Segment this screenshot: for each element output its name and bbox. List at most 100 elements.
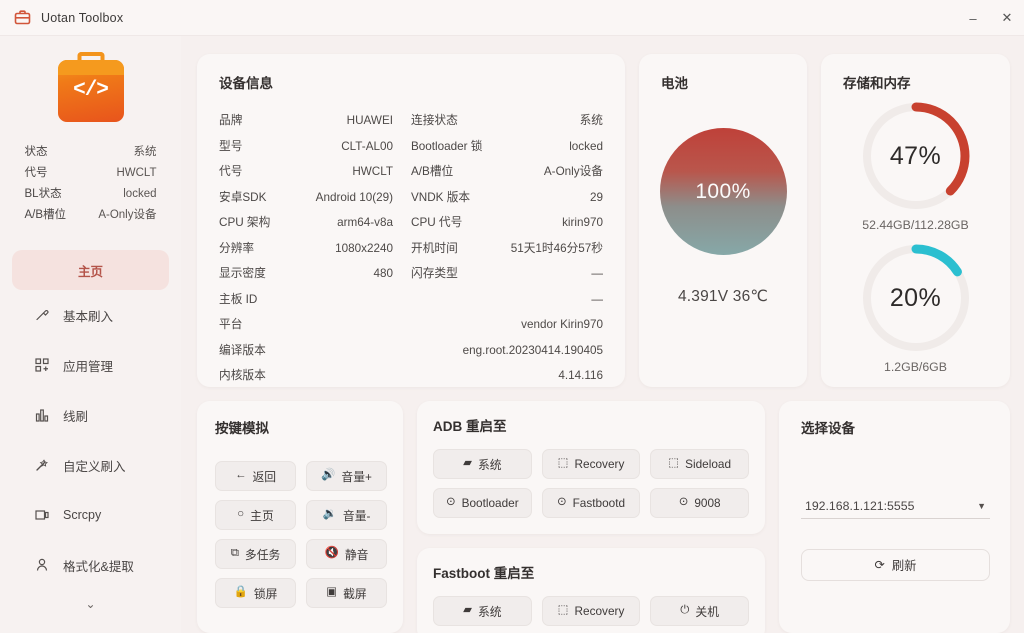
memory-ring: 20% xyxy=(858,240,974,356)
device-info-value: kirin970 xyxy=(562,216,603,229)
window-controls: – ✕ xyxy=(956,0,1024,36)
key-volume-down-button[interactable]: 🔉 音量- xyxy=(306,500,387,530)
adb-reboot-sideload-button[interactable]: ⬚ Sideload xyxy=(650,449,749,479)
key-button-label: 音量- xyxy=(342,508,371,523)
sidebar-item-app-manage[interactable]: 应用管理 xyxy=(12,345,169,385)
sidebar-item-label: Scrcpy xyxy=(63,508,102,522)
adb-reboot-9008-button[interactable]: ⊙ 9008 xyxy=(650,488,749,518)
chevron-down-icon[interactable]: ⌄ xyxy=(85,597,95,611)
device-info-key: 代号 xyxy=(219,165,243,178)
device-info-row: 编译版本 eng.root.20230414.190405 xyxy=(219,338,603,364)
adb-reboot-bootloader-button[interactable]: ⊙ Bootloader xyxy=(433,488,532,518)
device-info-cell: 内核版本 4.14.116 xyxy=(219,363,603,389)
mute-icon: 🔇 xyxy=(324,547,339,560)
fastboot-power-off-button[interactable]: ⏻ 关机 xyxy=(650,596,749,626)
toolbox-lid-icon xyxy=(57,60,124,75)
refresh-devices-button[interactable]: ⟳ 刷新 xyxy=(801,549,990,581)
power-icon: ⏻ xyxy=(680,604,690,617)
sidebar-item-custom-flash[interactable]: 自定义刷入 xyxy=(12,445,169,485)
device-info-title: 设备信息 xyxy=(219,76,273,91)
battery-detail: 4.391V 36℃ xyxy=(677,288,769,305)
app-logo-icon xyxy=(14,9,31,26)
adb-reboot-recovery-button[interactable]: ⬚ Recovery xyxy=(541,449,641,479)
sidebar-logo: </> xyxy=(57,52,124,122)
apps-icon xyxy=(34,358,49,373)
adb-reboot-grid: ▰ 系统 ⬚ Recovery ⬚ Sideload ⊙ Bootloader … xyxy=(433,449,749,518)
device-info-cell: CPU 架构 arm64-v8a xyxy=(219,210,411,236)
device-info-value: Android 10(29) xyxy=(315,190,393,204)
device-info-cell: 主板 ID — xyxy=(219,287,603,313)
device-info-cell: 连接状态 系统 xyxy=(411,108,603,134)
status-key: 代号 xyxy=(24,167,48,179)
fastboot-reboot-grid: ▰ 系统 ⬚ Recovery ⏻ 关机 xyxy=(433,596,749,626)
device-info-key: CPU 架构 xyxy=(219,216,271,229)
sidebar-item-line-flash[interactable]: 线刷 xyxy=(12,395,169,435)
device-info-value: arm64-v8a xyxy=(337,216,393,229)
sidebar-item-format-extract[interactable]: 格式化&提取 xyxy=(12,545,169,585)
device-info-row: 品牌 HUAWEI 连接状态 系统 xyxy=(219,108,603,134)
device-info-key: 显示密度 xyxy=(219,267,266,280)
bootloader-icon: ⊙ xyxy=(445,496,456,509)
adb-reboot-card: ADB 重启至 ▰ 系统 ⬚ Recovery ⬚ Sideload ⊙ Boo… xyxy=(417,401,765,534)
key-simulation-card: 按键模拟 ← 返回 🔊 音量+ ○ 主页 🔉 音量- ⧉ 多任务 🔇 静音 🔒 … xyxy=(197,401,403,633)
device-info-row: 显示密度 480 闪存类型 — xyxy=(219,261,603,287)
sidebar-item-label: 自定义刷入 xyxy=(63,459,126,474)
monitor-icon xyxy=(34,508,49,523)
title-bar: Uotan Toolbox – ✕ xyxy=(0,0,1024,36)
camera-icon: ▣ xyxy=(326,586,338,599)
key-multitask-button[interactable]: ⧉ 多任务 xyxy=(215,539,296,569)
device-info-cell: 品牌 HUAWEI xyxy=(219,108,411,134)
close-button[interactable]: ✕ xyxy=(990,0,1024,36)
status-row: 状态 系统 xyxy=(25,142,157,163)
key-button-label: 锁屏 xyxy=(253,586,278,601)
adb-button-label: Bootloader xyxy=(461,496,519,510)
device-info-key: 平台 xyxy=(219,318,243,331)
battery-level-circle: 100% xyxy=(659,128,787,255)
status-row: 代号 HWCLT xyxy=(25,163,157,184)
device-info-cell: 安卓SDK Android 10(29) xyxy=(219,185,411,211)
adb-reboot-system-button[interactable]: ▰ 系统 xyxy=(433,449,532,479)
device-info-key: 编译版本 xyxy=(219,343,266,357)
app-shell: </> 状态 系统 代号 HWCLT BL状态 locked A/B槽位 A-O… xyxy=(0,36,1024,633)
device-info-value: — xyxy=(591,292,603,306)
device-info-cell: 平台 vendor Kirin970 xyxy=(219,312,603,338)
edl-icon: ⊙ xyxy=(678,496,689,509)
device-info-value: 1080x2240 xyxy=(335,241,393,255)
key-screenshot-button[interactable]: ▣ 截屏 xyxy=(306,578,387,608)
key-volume-up-button[interactable]: 🔊 音量+ xyxy=(306,461,387,491)
key-button-label: 主页 xyxy=(250,508,274,523)
device-info-value: vendor Kirin970 xyxy=(521,318,603,331)
device-select-dropdown[interactable]: 192.168.1.121:5555 ▼ xyxy=(801,499,990,519)
storage-memory-card: 存储和内存 47% 52.44GB/112.28GB 20% 1.2GB/6GB xyxy=(821,54,1010,387)
top-panels-row: 设备信息 品牌 HUAWEI 连接状态 系统 型号 CLT-AL00 Bootl… xyxy=(197,54,1010,387)
key-lock-screen-button[interactable]: 🔒 锁屏 xyxy=(215,578,296,608)
device-info-key: 内核版本 xyxy=(219,369,266,382)
storage-title: 存储和内存 xyxy=(843,76,911,91)
key-back-button[interactable]: ← 返回 xyxy=(215,461,296,491)
lock-icon: 🔒 xyxy=(233,586,248,599)
storage-percent-label: 47% xyxy=(889,141,942,170)
adb-button-label: Recovery xyxy=(574,457,625,471)
storage-ring: 47% xyxy=(858,98,974,214)
device-info-cell: 编译版本 eng.root.20230414.190405 xyxy=(219,338,603,364)
key-mute-button[interactable]: 🔇 静音 xyxy=(306,539,387,569)
minimize-button[interactable]: – xyxy=(956,0,990,36)
fastboot-reboot-recovery-button[interactable]: ⬚ Recovery xyxy=(541,596,641,626)
adb-button-label: Sideload xyxy=(685,457,732,471)
device-info-cell: 开机时间 51天1时46分57秒 xyxy=(411,236,603,262)
volume-down-icon: 🔉 xyxy=(322,508,337,521)
key-button-label: 音量+ xyxy=(341,469,372,484)
key-home-button[interactable]: ○ 主页 xyxy=(215,500,296,530)
adb-reboot-fastbootd-button[interactable]: ⊙ Fastbootd xyxy=(541,488,641,518)
device-info-key: CPU 代号 xyxy=(411,216,463,229)
sidebar-item-scrcpy[interactable]: Scrcpy xyxy=(12,495,169,535)
main-content: 设备信息 品牌 HUAWEI 连接状态 系统 型号 CLT-AL00 Bootl… xyxy=(181,36,1024,633)
sidebar-item-basic-flash[interactable]: 基本刷入 xyxy=(12,295,169,335)
memory-percent-label: 20% xyxy=(889,283,942,312)
device-info-cell: 显示密度 480 xyxy=(219,261,411,287)
fastboot-reboot-system-button[interactable]: ▰ 系统 xyxy=(433,596,532,626)
device-info-key: 主板 ID xyxy=(219,292,258,306)
device-info-key: 安卓SDK xyxy=(219,190,267,204)
sidebar-item-home[interactable]: 主页 xyxy=(12,250,169,290)
fastboot-button-label: 系统 xyxy=(477,604,502,619)
